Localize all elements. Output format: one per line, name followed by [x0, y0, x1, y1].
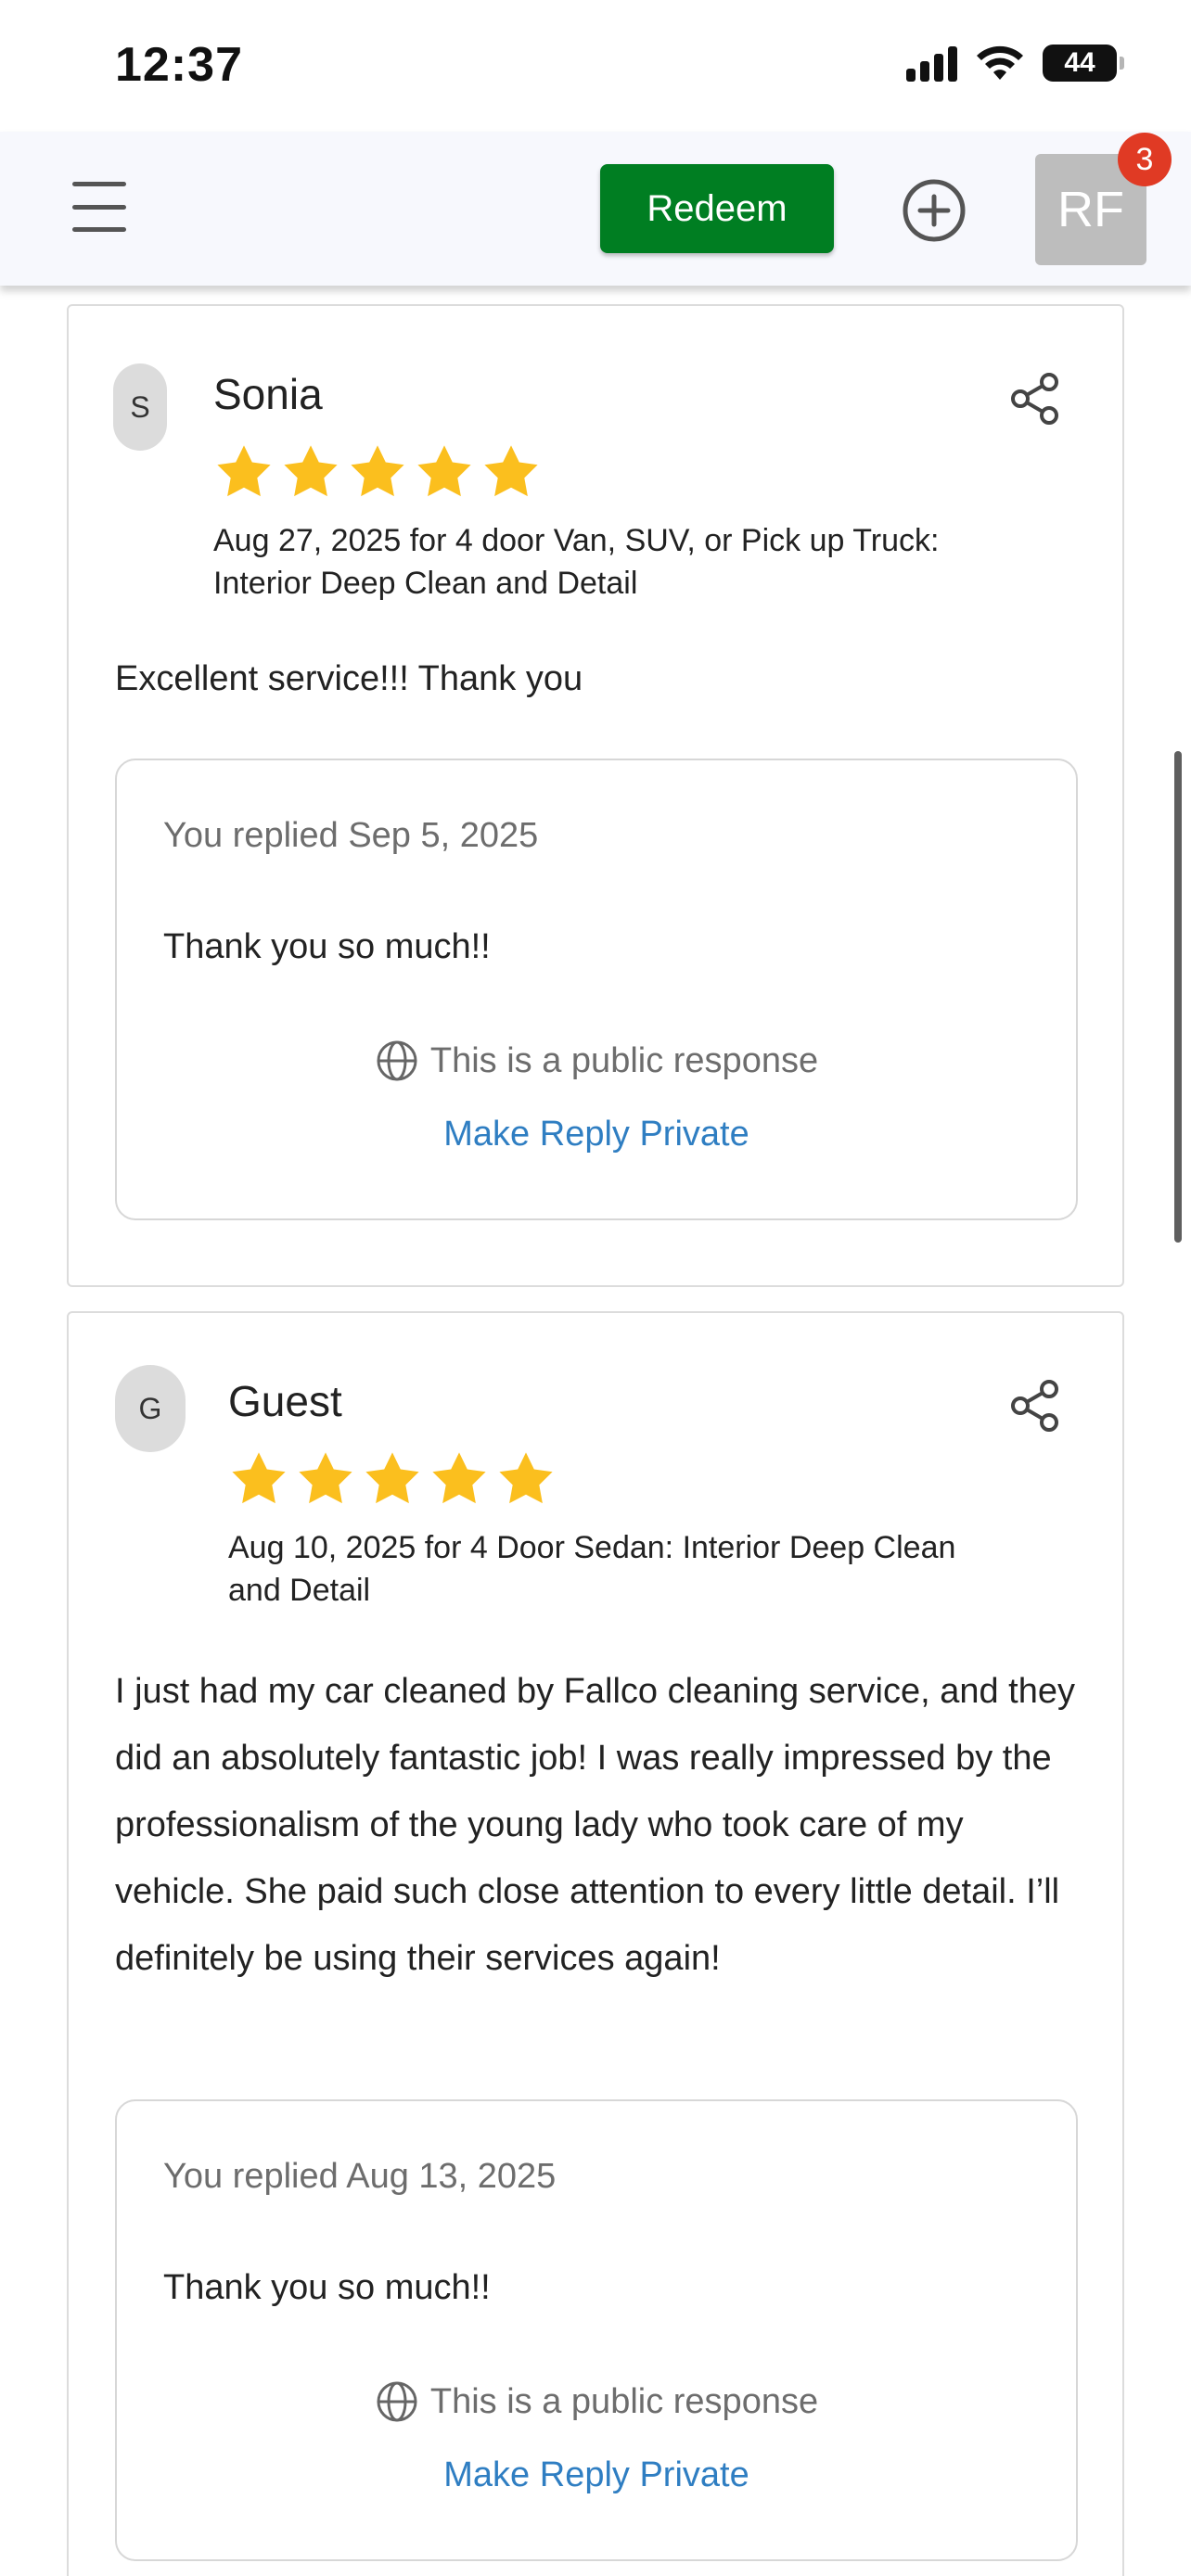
reviewer-name: Guest	[228, 1377, 342, 1425]
globe-icon	[377, 2381, 417, 2422]
star-icon	[351, 445, 404, 497]
menu-icon[interactable]	[72, 182, 126, 232]
status-bar: 12:37 44	[0, 0, 1191, 132]
share-icon[interactable]	[1007, 371, 1063, 427]
star-rating	[213, 441, 542, 503]
star-icon	[499, 1452, 553, 1504]
public-response-label: This is a public response	[429, 2381, 819, 2421]
star-icon	[484, 445, 538, 497]
notification-count-badge: 3	[1118, 133, 1172, 186]
top-nav-bar: Redeem RF 3	[0, 132, 1191, 286]
star-rating	[228, 1448, 557, 1510]
share-icon[interactable]	[1007, 1378, 1063, 1434]
status-icons: 44	[906, 45, 1124, 82]
reply-date: You replied Aug 13, 2025	[163, 2157, 557, 2196]
status-time: 12:37	[115, 38, 243, 92]
make-reply-private-link[interactable]: Make Reply Private	[117, 1115, 1076, 1154]
star-icon	[417, 445, 471, 497]
cellular-signal-icon	[906, 45, 957, 82]
battery-level: 44	[1064, 47, 1095, 78]
review-text: Excellent service!!! Thank you	[115, 659, 583, 698]
reviewer-name: Sonia	[213, 370, 323, 418]
star-icon	[432, 1452, 486, 1504]
reply-text: Thank you so much!!	[163, 927, 491, 966]
review-card: S Sonia Aug 27, 2025 for 4 door Van, SUV…	[67, 304, 1124, 1287]
make-reply-private-link[interactable]: Make Reply Private	[117, 2455, 1076, 2495]
reply-date: You replied Sep 5, 2025	[163, 816, 539, 855]
wifi-icon	[977, 45, 1023, 80]
public-response-row: This is a public response	[117, 2379, 1076, 2424]
add-circle-icon[interactable]	[902, 178, 967, 243]
star-icon	[217, 445, 271, 497]
review-date-service: Aug 10, 2025 for 4 Door Sedan: Interior …	[228, 1530, 956, 1608]
reviewer-initial-avatar: G	[115, 1365, 186, 1452]
reply-box: You replied Sep 5, 2025 Thank you so muc…	[115, 759, 1078, 1220]
public-response-label: This is a public response	[429, 1040, 819, 1080]
review-date-service: Aug 27, 2025 for 4 door Van, SUV, or Pic…	[213, 523, 940, 601]
star-icon	[232, 1452, 286, 1504]
public-response-row: This is a public response	[117, 1039, 1076, 1083]
redeem-button[interactable]: Redeem	[600, 164, 834, 253]
review-text: I just had my car cleaned by Fallco clea…	[115, 1672, 1075, 1978]
scrollbar[interactable]	[1174, 751, 1182, 1243]
globe-icon	[377, 1040, 417, 1081]
review-card: G Guest Aug 10, 2025 for 4 Door Sedan: I…	[67, 1311, 1124, 2576]
reviewer-initial-avatar: S	[113, 363, 167, 451]
star-icon	[365, 1452, 419, 1504]
star-icon	[299, 1452, 352, 1504]
reply-text: Thank you so much!!	[163, 2268, 491, 2307]
battery-icon: 44	[1043, 45, 1124, 82]
star-icon	[284, 445, 338, 497]
reply-box: You replied Aug 13, 2025 Thank you so mu…	[115, 2099, 1078, 2561]
